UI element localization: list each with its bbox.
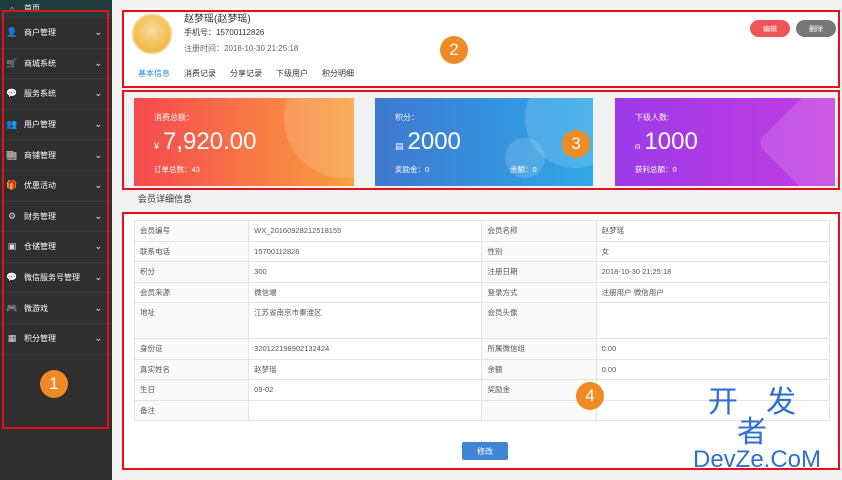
marker-badge-3: 3 (562, 130, 590, 158)
section-title: 会员详细信息 (138, 194, 193, 204)
watermark-line1: 开 发 者 (707, 386, 807, 449)
highlight-box-profile (122, 10, 840, 88)
watermark-line2: DevZe.CoM (692, 446, 822, 473)
marker-badge-4: 4 (576, 382, 604, 410)
marker-badge-1: 1 (40, 370, 68, 398)
highlight-box-cards (122, 90, 840, 190)
marker-badge-2: 2 (440, 36, 468, 64)
highlight-box-sidebar (2, 10, 109, 429)
watermark: 开 发 者 DevZe.CoM (682, 388, 832, 472)
